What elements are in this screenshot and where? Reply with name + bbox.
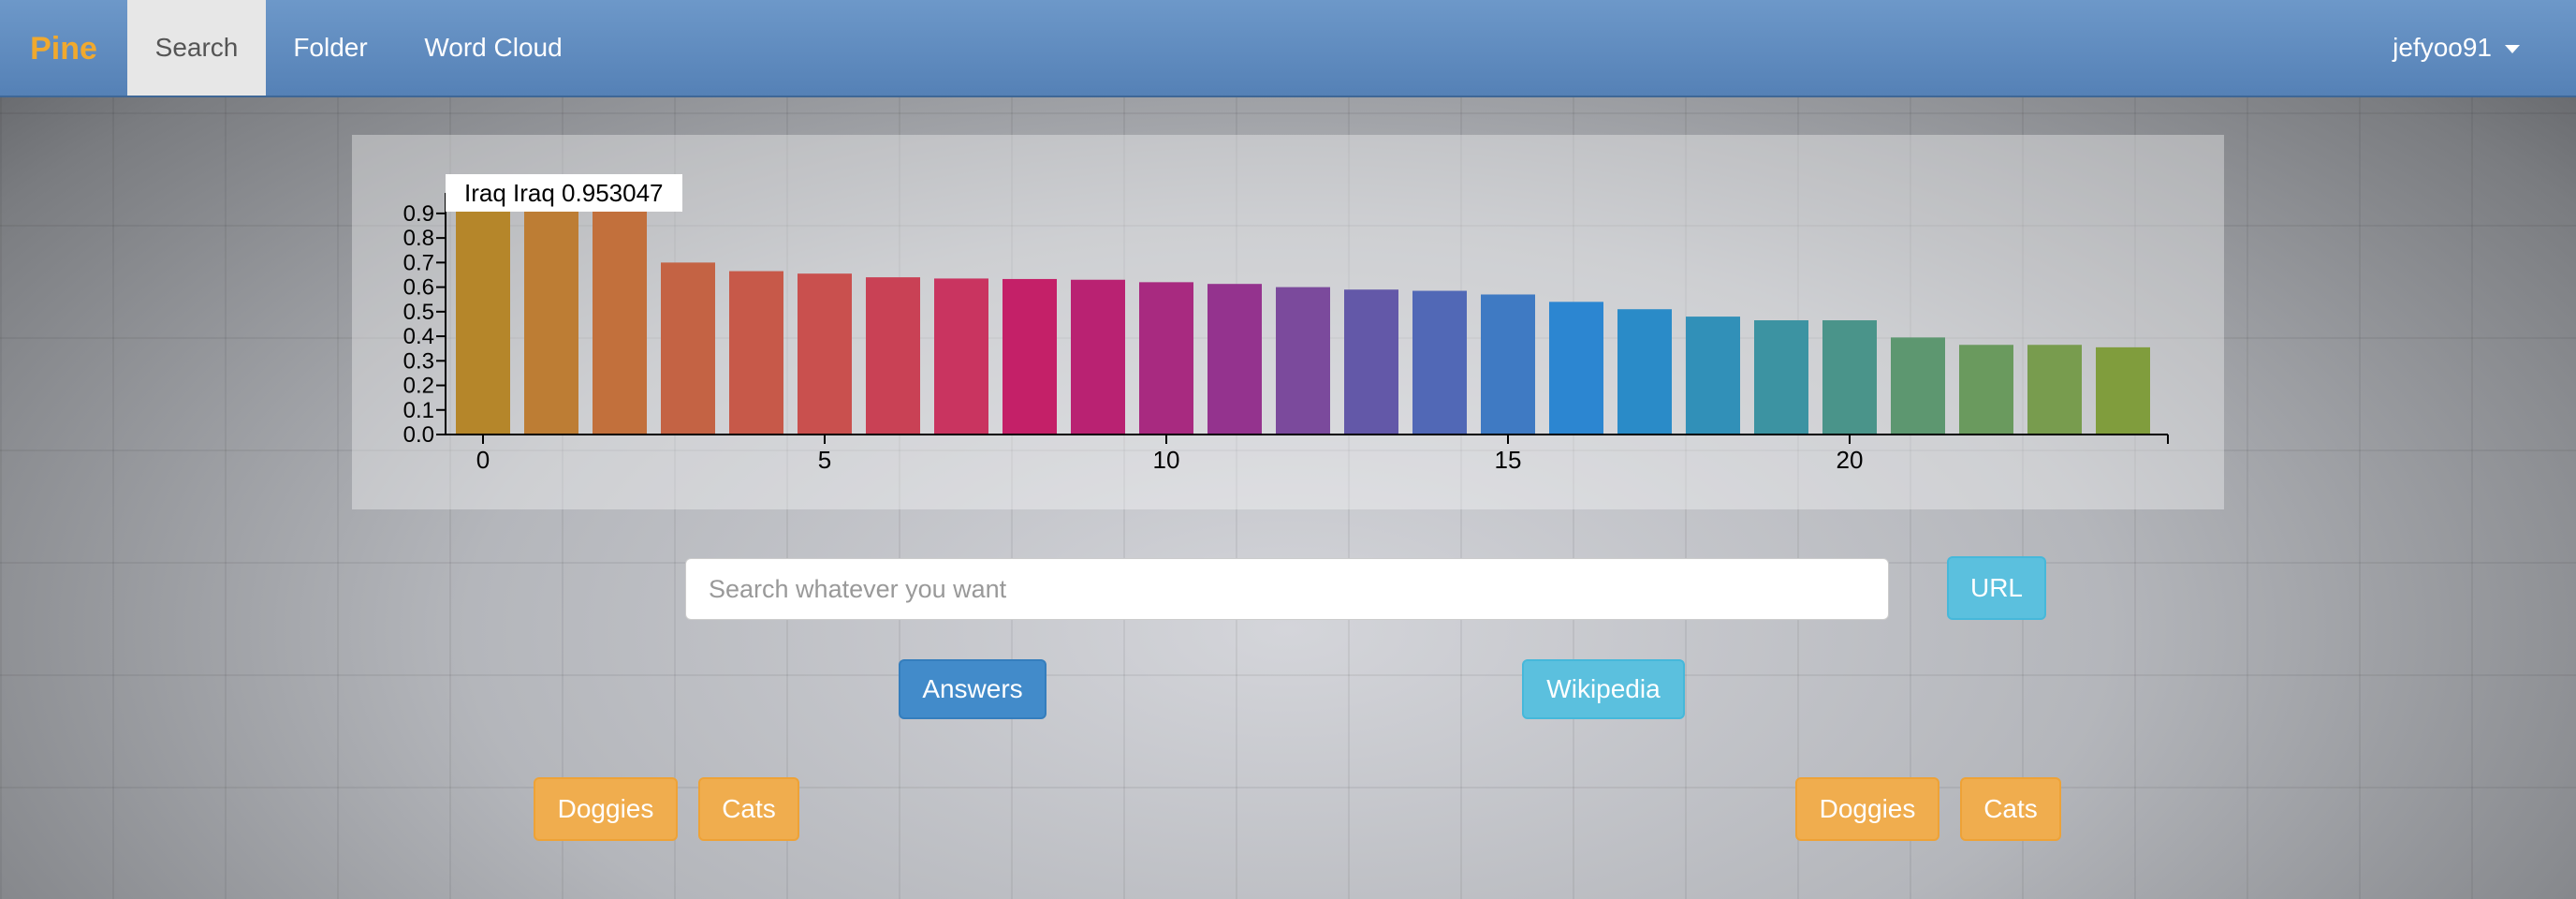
bar-5 xyxy=(798,273,852,435)
x-tick-label-1: 5 xyxy=(818,446,831,474)
bar-18 xyxy=(1686,317,1740,435)
y-tick-label-8: 0.8 xyxy=(403,226,434,251)
x-tick-label-4: 20 xyxy=(1837,446,1864,474)
left-tag-cats[interactable]: Cats xyxy=(698,777,799,841)
wikipedia-button[interactable]: Wikipedia xyxy=(1522,659,1685,719)
y-tick-label-4: 0.4 xyxy=(403,324,434,349)
x-tick-label-0: 0 xyxy=(476,446,490,474)
y-tick-label-0: 0.0 xyxy=(403,422,434,448)
x-tick-label-2: 10 xyxy=(1153,446,1180,474)
bar-1 xyxy=(524,200,578,435)
bar-2 xyxy=(593,200,647,435)
right-tag-cats[interactable]: Cats xyxy=(1960,777,2061,841)
bar-21 xyxy=(1891,337,1945,435)
bar-16 xyxy=(1549,302,1603,435)
bar-4 xyxy=(729,271,783,435)
user-menu[interactable]: jefyoo91 xyxy=(2393,0,2520,96)
left-tag-doggies[interactable]: Doggies xyxy=(534,777,678,841)
y-tick-label-7: 0.7 xyxy=(403,250,434,275)
bar-9 xyxy=(1071,279,1125,435)
nav-word-cloud[interactable]: Word Cloud xyxy=(395,0,592,96)
y-tick-label-2: 0.2 xyxy=(403,374,434,399)
x-tick-label-3: 15 xyxy=(1495,446,1522,474)
brand-logo[interactable]: Pine xyxy=(0,0,127,97)
top-navbar: Pine Search Folder Word Cloud jefyoo91 xyxy=(0,0,2576,97)
y-tick-label-1: 0.1 xyxy=(403,398,434,423)
caret-down-icon xyxy=(2505,45,2520,54)
username: jefyoo91 xyxy=(2393,33,2492,62)
bar-20 xyxy=(1822,320,1877,435)
bar-19 xyxy=(1754,320,1808,435)
y-tick-label-6: 0.6 xyxy=(403,275,434,301)
answers-button[interactable]: Answers xyxy=(899,659,1046,719)
bar-10 xyxy=(1139,282,1193,435)
nav-search[interactable]: Search xyxy=(127,0,266,96)
bar-12 xyxy=(1276,287,1330,435)
bar-11 xyxy=(1208,284,1262,435)
bar-13 xyxy=(1344,289,1398,435)
nav-folder[interactable]: Folder xyxy=(266,0,395,96)
chart-tooltip: Iraq Iraq 0.953047 xyxy=(446,174,682,212)
bar-0 xyxy=(456,200,510,435)
bar-6 xyxy=(866,277,920,435)
bar-23 xyxy=(2027,345,2082,435)
url-button[interactable]: URL xyxy=(1947,556,2046,620)
bar-7 xyxy=(934,278,988,435)
y-tick-label-5: 0.5 xyxy=(403,300,434,325)
bar-22 xyxy=(1959,345,2013,435)
bar-17 xyxy=(1617,309,1672,435)
bar-15 xyxy=(1481,294,1535,435)
bar-8 xyxy=(1003,278,1057,435)
bar-24 xyxy=(2096,346,2150,435)
right-tag-doggies[interactable]: Doggies xyxy=(1795,777,1939,841)
y-tick-label-9: 0.9 xyxy=(403,201,434,227)
search-input[interactable] xyxy=(685,558,1889,620)
y-tick-label-3: 0.3 xyxy=(403,348,434,374)
bar-14 xyxy=(1412,290,1467,435)
chart-panel: 0.0 0.1 0.2 0.3 0.4 0.5 0.6 0.7 0.8 0.9 0 5 10 15 20 I… xyxy=(352,135,2224,509)
bar-3 xyxy=(661,262,715,435)
